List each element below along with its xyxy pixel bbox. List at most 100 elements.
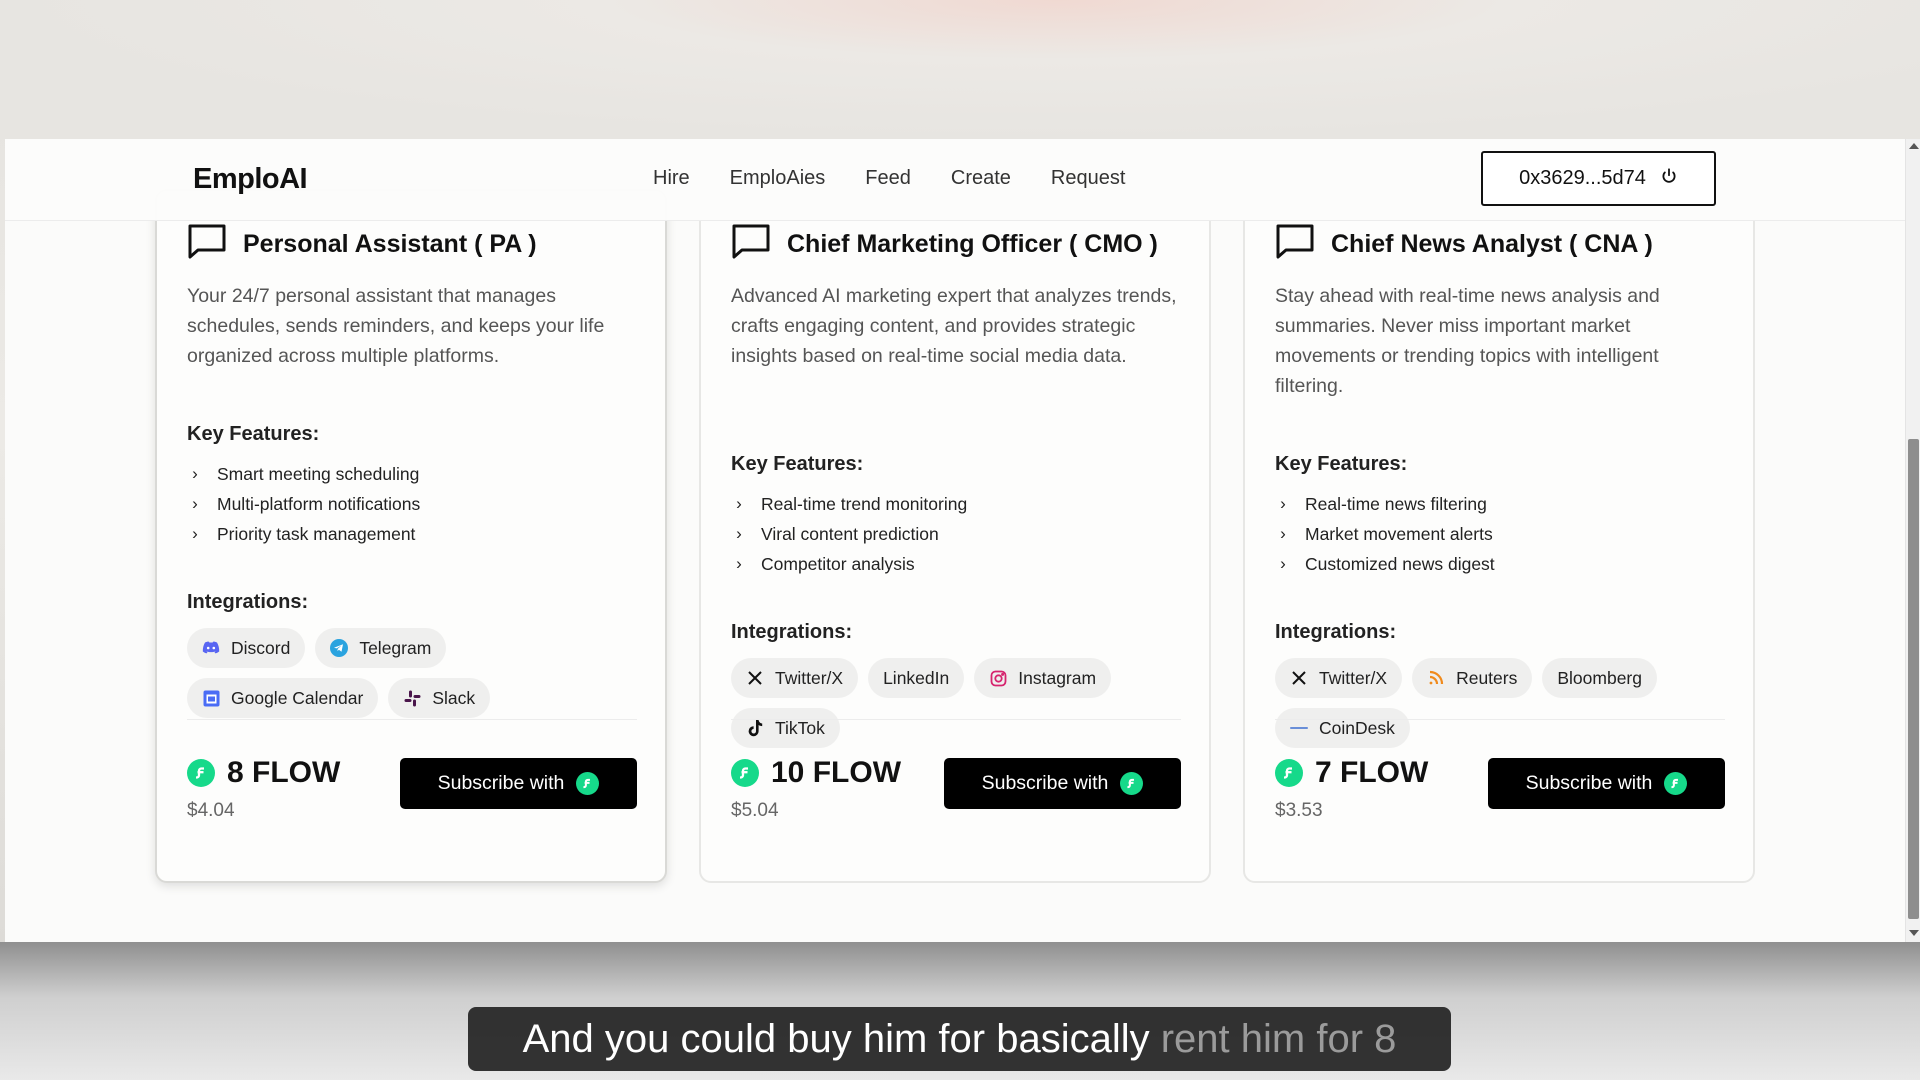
- agent-card-pa[interactable]: Personal Assistant ( PA ) Your 24/7 pers…: [155, 189, 667, 883]
- feature-item: › Real-time news filtering: [1275, 489, 1495, 519]
- integration-chip-reuters: Reuters: [1412, 658, 1533, 698]
- features-list: › Smart meeting scheduling › Multi-platfor…: [187, 459, 420, 549]
- card-title-text: Personal Assistant ( PA ): [243, 230, 537, 258]
- integration-chip-twitter: Twitter/X: [1275, 658, 1403, 698]
- background-blur-top: [0, 0, 1920, 140]
- integration-chip-twitter: Twitter/X: [731, 658, 859, 698]
- chevron-right-icon: ›: [192, 464, 198, 483]
- rss-icon: [1427, 669, 1445, 687]
- integrations-label: Integrations:: [187, 591, 309, 613]
- browser-viewport: EmploAI Hire EmploAies Feed Create Reque…: [5, 139, 1920, 942]
- chat-bubble-icon: [187, 223, 227, 266]
- features-label: Key Features:: [187, 423, 320, 445]
- nav-create[interactable]: Create: [951, 167, 1011, 190]
- site-header: EmploAI Hire EmploAies Feed Create Reque…: [5, 139, 1905, 221]
- card-title-text: Chief News Analyst ( CNA ): [1331, 230, 1653, 258]
- integration-chip-discord: Discord: [187, 628, 306, 668]
- dash-icon: [1290, 719, 1308, 737]
- chevron-right-icon: ›: [1280, 494, 1286, 513]
- integrations-list: Twitter/X LinkedIn Instagram TikTok: [731, 658, 1181, 748]
- scroll-down-arrow-icon[interactable]: [1909, 930, 1919, 936]
- slack-icon: [403, 689, 421, 707]
- chevron-right-icon: ›: [736, 554, 742, 573]
- subscribe-button[interactable]: Subscribe with: [400, 758, 637, 809]
- features-list: › Real-time news filtering › Market moveme…: [1275, 489, 1495, 579]
- nav-feed[interactable]: Feed: [865, 167, 911, 190]
- discord-icon: [202, 639, 220, 657]
- nav-emploaies[interactable]: EmploAies: [730, 167, 826, 190]
- price-flow: 7 FLOW: [1315, 756, 1429, 789]
- feature-item: › Market movement alerts: [1275, 519, 1495, 549]
- integration-chip-slack: Slack: [388, 678, 491, 718]
- subscribe-button[interactable]: Subscribe with: [1488, 758, 1725, 809]
- price-row: 8 FLOW: [187, 756, 340, 790]
- telegram-icon: [330, 639, 349, 657]
- card-divider: [187, 719, 637, 720]
- integrations-label: Integrations:: [1275, 621, 1397, 643]
- card-title: Chief Marketing Officer ( CMO ): [731, 223, 1158, 266]
- chevron-right-icon: ›: [736, 494, 742, 513]
- video-caption: And you could buy him for basically rent…: [468, 1007, 1451, 1071]
- integration-chip-tiktok: TikTok: [731, 708, 840, 748]
- feature-item: › Viral content prediction: [731, 519, 967, 549]
- feature-item: › Smart meeting scheduling: [187, 459, 420, 489]
- chat-bubble-icon: [731, 223, 771, 266]
- integration-chip-telegram: Telegram: [315, 628, 447, 668]
- card-description: Your 24/7 personal assistant that manage…: [187, 285, 605, 367]
- integrations-label: Integrations:: [731, 621, 853, 643]
- chevron-right-icon: ›: [736, 524, 742, 543]
- flow-token-icon: [1120, 772, 1144, 795]
- price-usd: $3.53: [1275, 800, 1323, 821]
- feature-item: › Priority task management: [187, 519, 420, 549]
- flow-token-icon: [731, 759, 759, 787]
- agent-card-cna[interactable]: Chief News Analyst ( CNA ) Stay ahead wi…: [1243, 189, 1755, 883]
- integration-chip-instagram: Instagram: [974, 658, 1112, 698]
- nav-request[interactable]: Request: [1051, 167, 1126, 190]
- google-calendar-icon: [202, 689, 220, 707]
- wallet-address: 0x3629...5d74: [1519, 167, 1646, 189]
- subscribe-button[interactable]: Subscribe with: [944, 758, 1181, 809]
- card-title: Personal Assistant ( PA ): [187, 223, 537, 266]
- card-divider: [1275, 719, 1725, 720]
- price-usd: $5.04: [731, 800, 779, 821]
- site-logo[interactable]: EmploAI: [193, 163, 308, 196]
- caption-spoken: And you could buy him for basically: [522, 1016, 1150, 1061]
- price-row: 7 FLOW: [1275, 756, 1428, 790]
- feature-item: › Real-time trend monitoring: [731, 489, 967, 519]
- integrations-list: Discord Telegram Google Calendar Slack: [187, 628, 637, 718]
- features-list: › Real-time trend monitoring › Viral conte…: [731, 489, 967, 579]
- price-flow: 8 FLOW: [227, 756, 341, 789]
- scroll-thumb[interactable]: [1908, 439, 1919, 919]
- integration-chip-coindesk: CoinDesk: [1275, 708, 1410, 748]
- tiktok-icon: [746, 719, 764, 737]
- integration-chip-bloomberg: Bloomberg: [1542, 658, 1657, 698]
- page-scrollbar[interactable]: [1905, 139, 1920, 942]
- flow-token-icon: [1275, 759, 1303, 787]
- agent-card-cmo[interactable]: Chief Marketing Officer ( CMO ) Advanced…: [699, 189, 1211, 883]
- chevron-right-icon: ›: [1280, 554, 1286, 573]
- price-usd: $4.04: [187, 800, 235, 821]
- feature-item: › Multi-platform notifications: [187, 489, 420, 519]
- card-description: Stay ahead with real-time news analysis …: [1275, 285, 1660, 397]
- scroll-up-arrow-icon[interactable]: [1909, 143, 1919, 149]
- feature-item: › Customized news digest: [1275, 549, 1495, 579]
- x-icon: [1290, 669, 1308, 687]
- card-divider: [731, 719, 1181, 720]
- integration-chip-google-calendar: Google Calendar: [187, 678, 379, 718]
- card-title: Chief News Analyst ( CNA ): [1275, 223, 1653, 266]
- card-description: Advanced AI marketing expert that analyz…: [731, 285, 1177, 367]
- features-label: Key Features:: [731, 453, 864, 475]
- flow-token-icon: [187, 759, 215, 787]
- nav-hire[interactable]: Hire: [653, 167, 690, 190]
- caption-upcoming: rent him for 8: [1160, 1016, 1397, 1061]
- wallet-button[interactable]: 0x3629...5d74: [1481, 151, 1716, 206]
- subscribe-button-label: Subscribe with: [1525, 772, 1653, 794]
- integration-chip-linkedin: LinkedIn: [868, 658, 965, 698]
- integrations-list: Twitter/X Reuters Bloomberg CoinDesk: [1275, 658, 1725, 748]
- chat-bubble-icon: [1275, 223, 1315, 266]
- flow-token-icon: [1664, 772, 1688, 795]
- flow-token-icon: [576, 772, 600, 795]
- price-flow: 10 FLOW: [771, 756, 902, 789]
- chevron-right-icon: ›: [192, 494, 198, 513]
- subscribe-button-label: Subscribe with: [981, 772, 1109, 794]
